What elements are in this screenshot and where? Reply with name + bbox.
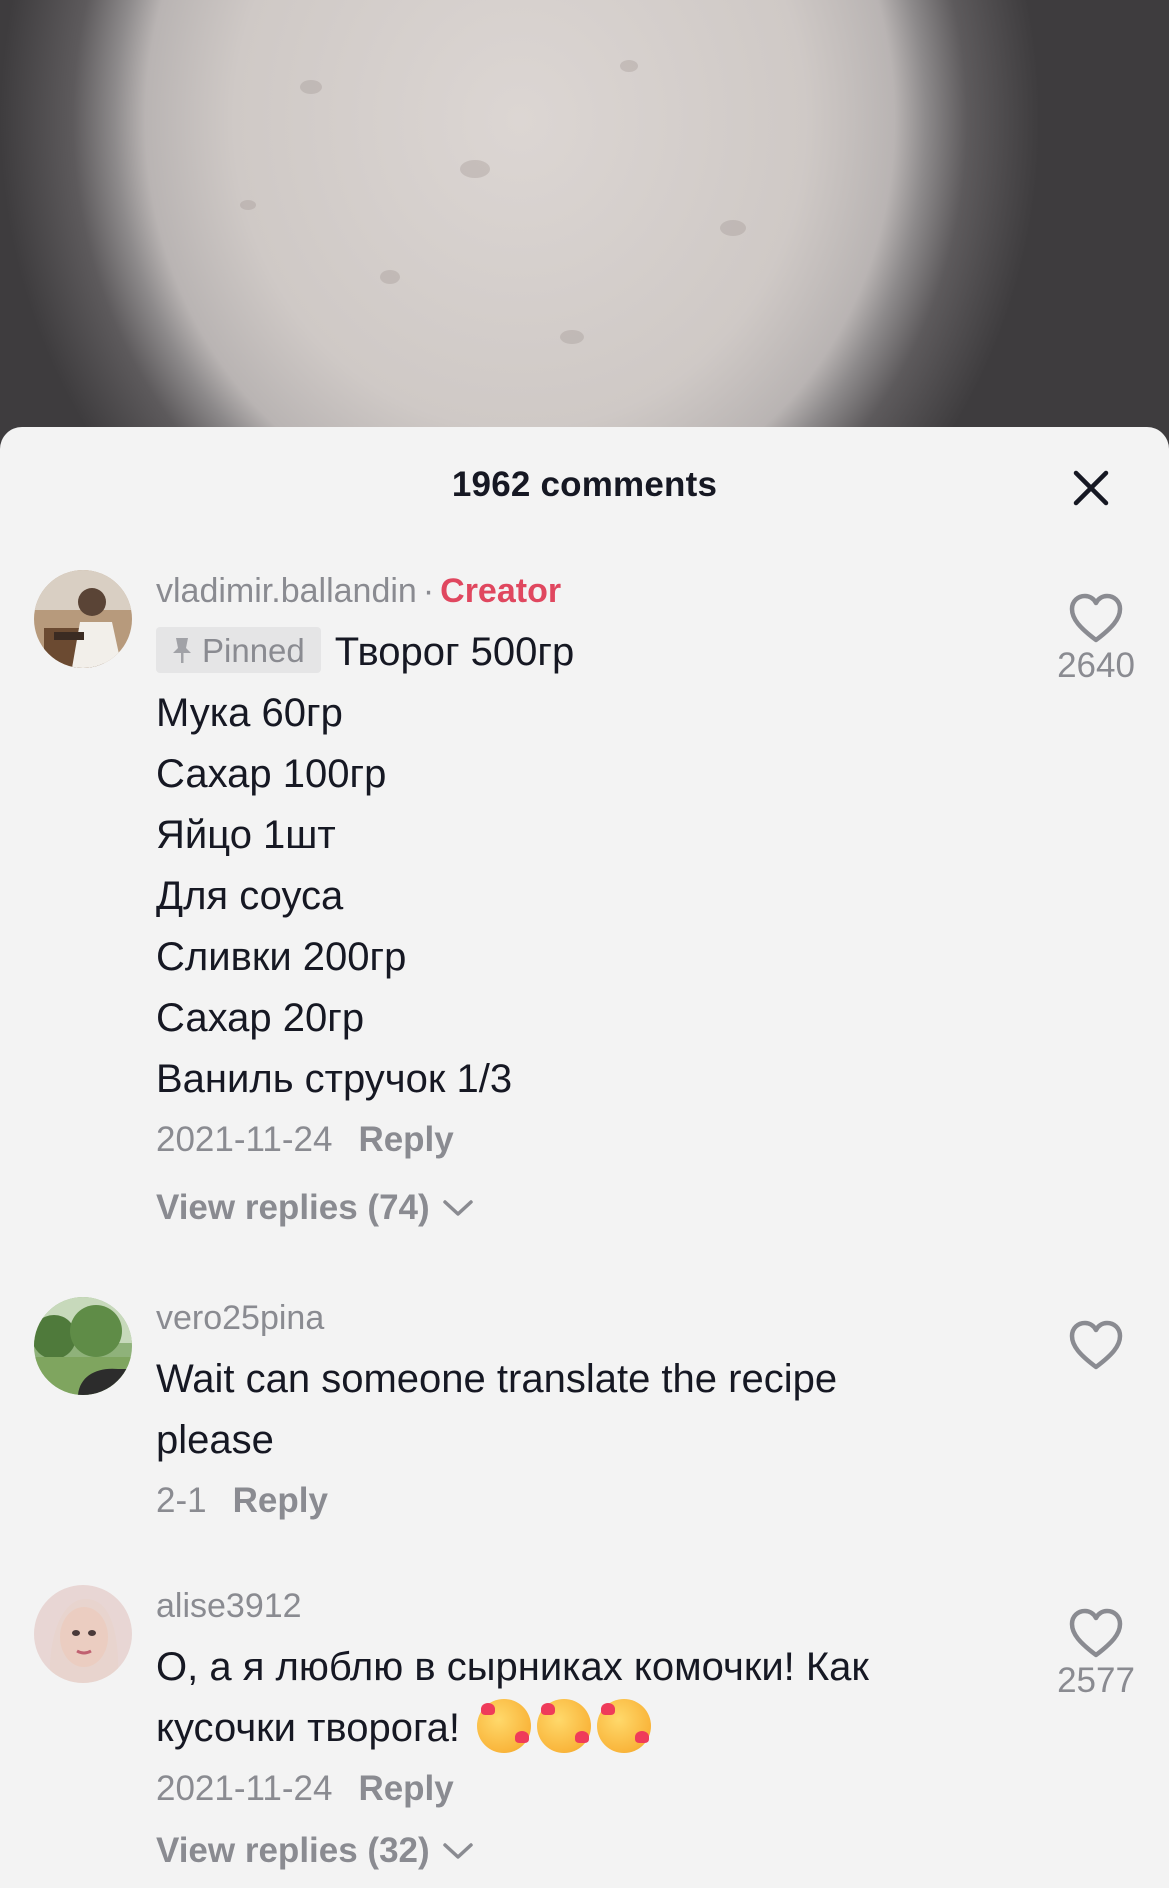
comment-date: 2021-11-24 [156,1120,333,1159]
comment-username-row: vero25pina [156,1297,1016,1339]
avatar[interactable] [34,1297,132,1395]
comment-line: Сахар 20гр [156,996,365,1040]
comment-body: vero25pina Wait can someone translate th… [156,1297,1016,1523]
comment-line: Сливки 200гр [156,935,407,979]
comment-item: alise3912 О, а я люблю в сырниках комочк… [0,1585,1169,1885]
comment-username[interactable]: vladimir.ballandin [156,572,417,610]
like-control [1046,1319,1146,1373]
comment-meta: 2021-11-24 Reply [156,1118,1016,1162]
comment-line-text: Творог 500гр [334,630,575,674]
comments-sheet: 1962 comments vladimir.ballandin · Creator [0,427,1169,1888]
like-control: 2577 [1046,1607,1146,1701]
comment-body: vladimir.ballandin · Creator Pinned Творог … [156,570,1016,1228]
pin-icon [173,638,191,664]
comment-line: О, а я люблю в сырниках комочки! Как [156,1645,869,1689]
comment-body: alise3912 О, а я люблю в сырниках комочк… [156,1585,1016,1871]
comment-line: please [156,1418,274,1462]
comment-text: О, а я люблю в сырниках комочки! Как кус… [156,1637,1016,1759]
comment-meta: 2021-11-24 Reply [156,1767,1016,1811]
view-replies-button[interactable]: View replies (32) [156,1831,474,1871]
comment-line: Для соуса [156,874,344,918]
comment-line: Pinned Творог 500гр [156,622,1016,683]
comment-meta: 2-1 Reply [156,1479,1016,1523]
close-button[interactable] [1068,465,1114,511]
comment-line: кусочки творога! [156,1698,1016,1759]
view-replies-button[interactable]: View replies (74) [156,1188,474,1228]
like-count: 2640 [1057,646,1135,685]
smiling-face-with-hearts-icon [597,1699,652,1754]
comment-date: 2-1 [156,1481,207,1520]
heart-outline-icon[interactable] [1068,1319,1124,1371]
comment-line-text: кусочки творога! [156,1706,461,1750]
comment-item: vladimir.ballandin · Creator Pinned Творог … [0,570,1169,1227]
chevron-down-icon [442,1843,473,1859]
comment-username[interactable]: alise3912 [156,1587,302,1625]
comment-line: Яйцо 1шт [156,813,336,857]
like-count: 2577 [1057,1661,1135,1700]
smiling-face-with-hearts-icon [477,1699,532,1754]
creator-badge: Creator [440,572,562,610]
avatar[interactable] [34,1585,132,1683]
video-background[interactable] [0,0,1169,460]
heart-outline-icon[interactable] [1068,1607,1124,1659]
comment-username-row: alise3912 [156,1585,1016,1627]
comment-count: 1962 comments [451,465,718,504]
comment-text: Wait can someone translate the recipe pl… [156,1349,1016,1471]
close-icon [1073,470,1109,506]
comment-item: vero25pina Wait can someone translate th… [0,1297,1169,1537]
reply-button[interactable]: Reply [233,1481,328,1520]
separator-dot: · [422,572,435,610]
pinned-label: Pinned [202,631,305,669]
comments-header: 1962 comments [0,427,1169,547]
reply-button[interactable]: Reply [358,1769,453,1808]
reply-button[interactable]: Reply [358,1120,453,1159]
comment-line: Сахар 100гр [156,752,387,796]
comment-text: Pinned Творог 500гр Мука 60гр Сахар 100гр… [156,622,1016,1110]
like-control: 2640 [1046,592,1146,686]
smiling-face-with-hearts-icon [537,1699,592,1754]
pinned-badge: Pinned [156,627,321,674]
view-replies-label: View replies (32) [156,1831,430,1870]
comment-date: 2021-11-24 [156,1769,333,1808]
avatar[interactable] [34,570,132,668]
comment-line: Ваниль стручок 1/3 [156,1057,513,1101]
comment-line: Wait can someone translate the recipe [156,1357,838,1401]
comment-line: Мука 60гр [156,691,343,735]
chevron-down-icon [442,1200,473,1216]
view-replies-label: View replies (74) [156,1188,430,1227]
comment-username[interactable]: vero25pina [156,1299,324,1337]
comment-username-row: vladimir.ballandin · Creator [156,570,1016,612]
heart-outline-icon[interactable] [1068,592,1124,644]
